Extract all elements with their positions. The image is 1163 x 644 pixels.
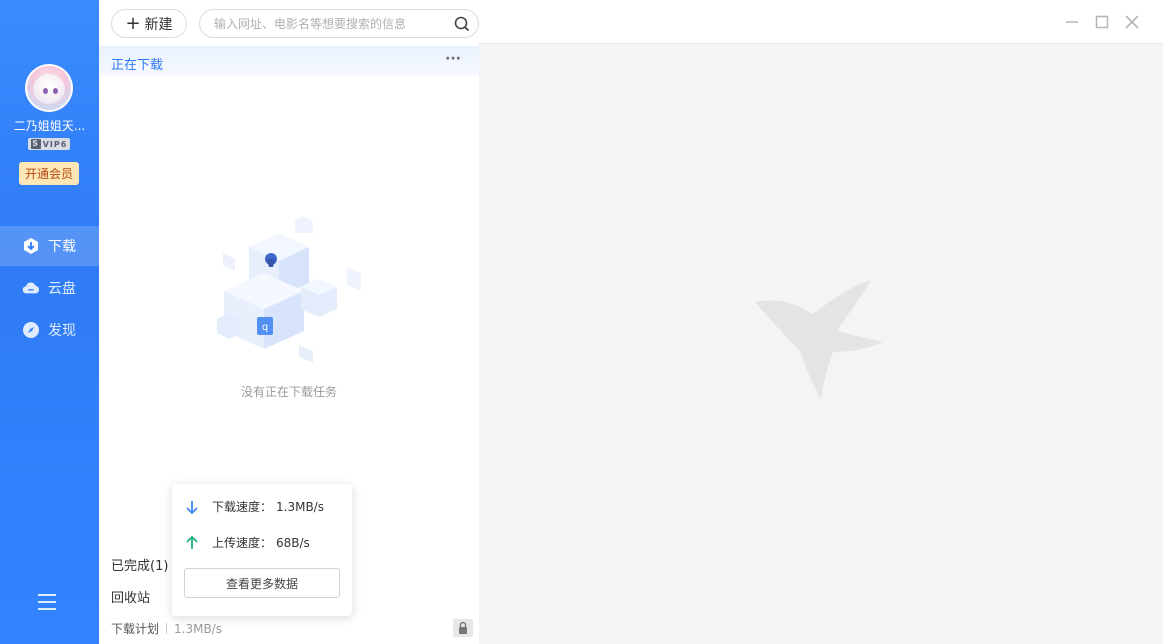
new-task-label: 新建 xyxy=(144,16,173,33)
detail-panel xyxy=(479,44,1163,644)
upload-speed-label: 上传速度： xyxy=(212,536,273,550)
upload-speed-row: 上传速度： 68B/s xyxy=(184,534,310,551)
download-speed-row: 下载速度： 1.3MB/s xyxy=(184,498,324,515)
empty-state-text: 没有正在下载任务 xyxy=(240,385,337,399)
recycle-bin-link[interactable]: 回收站 xyxy=(111,587,150,606)
nav-label-download: 下载 xyxy=(48,239,76,255)
divider xyxy=(166,623,168,634)
cloud-icon xyxy=(22,279,40,297)
lock-icon[interactable] xyxy=(453,619,473,637)
upload-speed-value: 68B/s xyxy=(276,535,310,550)
minimize-icon[interactable] xyxy=(1064,14,1080,30)
nav-item-discover[interactable]: 发现 xyxy=(0,310,99,350)
svg-text:q: q xyxy=(262,322,268,333)
search-box[interactable] xyxy=(199,9,479,38)
nav-item-cloud[interactable]: 云盘 xyxy=(0,268,99,308)
completed-link[interactable]: 已完成(1) xyxy=(111,555,168,574)
download-speed-value: 1.3MB/s xyxy=(276,499,324,514)
bird-logo-watermark xyxy=(755,280,883,400)
username[interactable]: 二乃姐姐天... xyxy=(0,117,99,134)
nav-item-download[interactable]: 下载 xyxy=(0,226,99,266)
avatar[interactable] xyxy=(25,64,73,112)
download-speed-label: 下载速度： xyxy=(212,500,273,514)
open-vip-button[interactable]: 开通会员 xyxy=(19,162,79,185)
empty-box-illustration: q xyxy=(217,216,361,363)
arrow-up-icon xyxy=(186,535,198,549)
speed-popover: 下载速度： 1.3MB/s 上传速度： 68B/s 查看更多数据 xyxy=(172,484,352,616)
vip-badge: S VIP6 xyxy=(28,138,70,150)
vip-prefix: S xyxy=(30,139,41,149)
plus-icon: + xyxy=(125,12,141,34)
section-title-downloading[interactable]: 正在下载 xyxy=(111,54,163,73)
search-icon[interactable] xyxy=(454,16,470,32)
download-plan: 下载计划 1.3MB/s xyxy=(111,620,222,637)
nav-label-discover: 发现 xyxy=(48,323,76,339)
arrow-down-icon xyxy=(186,500,198,514)
section-header: 正在下载 ··· xyxy=(99,46,479,76)
compass-icon xyxy=(22,321,40,339)
view-more-data-button[interactable]: 查看更多数据 xyxy=(184,568,340,598)
close-icon[interactable] xyxy=(1124,14,1140,30)
maximize-icon[interactable] xyxy=(1094,14,1110,30)
sidebar: 二乃姐姐天... S VIP6 开通会员 下载 云盘 发现 xyxy=(0,0,99,644)
download-plan-link[interactable]: 下载计划 xyxy=(111,620,159,637)
menu-icon[interactable] xyxy=(38,594,56,610)
search-input[interactable] xyxy=(214,15,444,33)
more-options-icon[interactable]: ··· xyxy=(445,51,461,67)
new-task-button[interactable]: + 新建 xyxy=(111,9,187,38)
nav-label-cloud: 云盘 xyxy=(48,281,76,297)
download-icon xyxy=(22,237,40,255)
plan-speed: 1.3MB/s xyxy=(174,621,222,636)
vip-level: VIP6 xyxy=(42,139,68,149)
